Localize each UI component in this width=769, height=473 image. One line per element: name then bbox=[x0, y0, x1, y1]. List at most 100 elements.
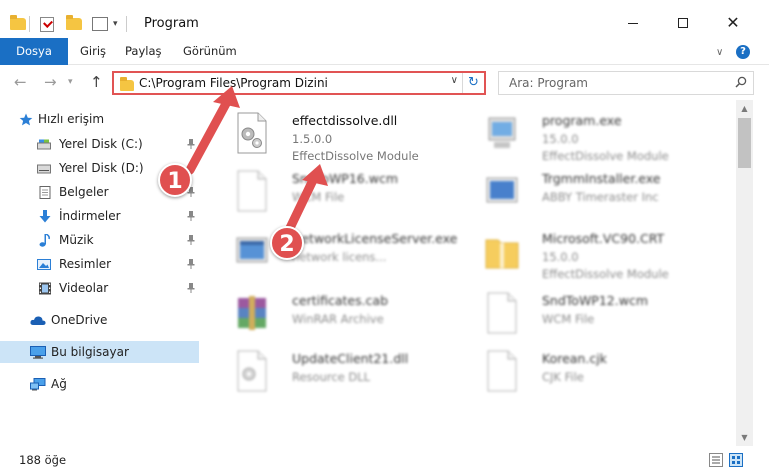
vertical-scrollbar[interactable]: ▲ ▼ bbox=[736, 100, 753, 446]
file-version: 15.0.0 bbox=[542, 132, 579, 146]
search-placeholder: Ara: Program bbox=[509, 76, 588, 90]
scrollbar-thumb[interactable] bbox=[738, 118, 751, 168]
exe-icon bbox=[488, 117, 516, 148]
expand-ribbon-icon[interactable]: ∨ bbox=[716, 44, 723, 60]
pin-icon[interactable] bbox=[187, 259, 195, 269]
arrow-right-icon: → bbox=[44, 73, 57, 91]
file-type: WCM File bbox=[542, 312, 595, 326]
sidebar-item-network[interactable]: Ağ bbox=[0, 373, 206, 395]
file-name: certificates.cab bbox=[292, 293, 389, 308]
zip-folder-icon bbox=[485, 239, 519, 269]
sidebar-item-videos[interactable]: Videolar bbox=[0, 277, 206, 299]
drive-icon bbox=[37, 139, 51, 149]
separator bbox=[29, 14, 30, 34]
sidebar-item-label: Müzik bbox=[59, 233, 94, 247]
search-icon bbox=[735, 76, 747, 88]
folder-icon bbox=[10, 14, 26, 34]
file-description: network licens... bbox=[292, 250, 387, 264]
tab-view[interactable]: Görünüm bbox=[175, 38, 245, 65]
file-icon bbox=[487, 292, 517, 334]
file-type: CJK File bbox=[542, 370, 584, 384]
download-arrow-icon bbox=[39, 209, 51, 222]
title-bar: ▾ Program ✕ bbox=[0, 0, 769, 38]
tab-share[interactable]: Paylaş bbox=[117, 38, 170, 65]
file-name: Microsoft.VC90.CRT bbox=[542, 231, 665, 246]
chevron-down-icon: ▾ bbox=[68, 77, 73, 87]
refresh-button[interactable]: ↻ bbox=[462, 73, 484, 93]
file-name: Korean.cjk bbox=[542, 351, 607, 366]
help-icon[interactable]: ? bbox=[736, 44, 750, 60]
tab-file[interactable]: Dosya bbox=[0, 38, 68, 65]
file-list: effectdissolve.dll 1.5.0.0 EffectDissolv… bbox=[206, 104, 736, 444]
file-name: UpdateClient21.dll bbox=[292, 351, 409, 366]
pin-icon[interactable] bbox=[187, 283, 195, 293]
minimize-button[interactable] bbox=[610, 8, 656, 38]
scroll-up-icon[interactable]: ▲ bbox=[736, 100, 753, 117]
file-name: program.exe bbox=[542, 113, 622, 128]
file-item-program[interactable]: program.exe 15.0.0 EffectDissolve Module bbox=[474, 108, 724, 164]
tiles-view-icon[interactable] bbox=[729, 453, 743, 467]
details-view-icon[interactable] bbox=[709, 453, 723, 467]
file-icon bbox=[487, 350, 517, 392]
file-item-korean[interactable]: Korean.cjk CJK File bbox=[474, 346, 724, 402]
close-button[interactable]: ✕ bbox=[710, 8, 756, 38]
search-input[interactable]: Ara: Program bbox=[498, 71, 754, 95]
sidebar-item-label: Yerel Disk (D:) bbox=[59, 161, 144, 175]
sidebar-item-label: İndirmeler bbox=[59, 209, 121, 223]
minimize-icon bbox=[628, 22, 638, 24]
forward-button[interactable]: → bbox=[44, 72, 57, 92]
back-button[interactable]: ← bbox=[14, 72, 27, 92]
address-bar[interactable]: C:\Program Files\Program Dizini ∨ ↻ bbox=[112, 71, 486, 95]
properties-check-icon[interactable] bbox=[40, 14, 54, 34]
sidebar-item-label: Resimler bbox=[59, 257, 112, 271]
up-button[interactable]: ↑ bbox=[90, 72, 103, 92]
music-note-icon bbox=[39, 233, 50, 247]
tab-home[interactable]: Giriş bbox=[72, 38, 114, 65]
file-item-networklicenseserver[interactable]: NetworkLicenseServer.exe network licens.… bbox=[224, 226, 474, 282]
sidebar-item-music[interactable]: Müzik bbox=[0, 229, 206, 251]
sidebar-item-label: Ağ bbox=[51, 377, 67, 391]
file-type: Resource DLL bbox=[292, 370, 371, 384]
file-name: SndToWP16.wcm bbox=[292, 171, 398, 186]
sidebar-item-onedrive[interactable]: OneDrive bbox=[0, 309, 206, 331]
file-item-updateclient21[interactable]: UpdateClient21.dll Resource DLL bbox=[224, 346, 474, 402]
file-name: TrgmmInstaller.exe bbox=[542, 171, 661, 186]
sidebar-item-label: Belgeler bbox=[59, 185, 109, 199]
file-item-sndtowp16[interactable]: SndToWP16.wcm WCM File bbox=[224, 166, 474, 222]
close-icon: ✕ bbox=[726, 13, 740, 32]
file-item-certificates[interactable]: certificates.cab WinRAR Archive bbox=[224, 288, 474, 344]
file-item-microsoft-vc90-crt[interactable]: Microsoft.VC90.CRT 15.0.0 EffectDissolve… bbox=[474, 226, 724, 282]
sidebar-item-downloads[interactable]: İndirmeler bbox=[0, 205, 206, 227]
recent-locations-button[interactable]: ▾ bbox=[68, 72, 73, 92]
sidebar-item-local-disk-c[interactable]: Yerel Disk (C:) bbox=[0, 133, 206, 155]
cloud-icon bbox=[30, 315, 46, 325]
file-item-sndtowp12[interactable]: SndToWP12.wcm WCM File bbox=[474, 288, 724, 344]
dll-gear-icon bbox=[237, 112, 267, 154]
maximize-icon bbox=[678, 18, 688, 28]
folder-icon bbox=[120, 77, 134, 91]
file-type: WCM File bbox=[292, 190, 345, 204]
status-bar: 188 öğe bbox=[0, 446, 769, 473]
sidebar-item-label: Hızlı erişim bbox=[38, 112, 105, 126]
maximize-button[interactable] bbox=[660, 8, 706, 38]
pin-icon[interactable] bbox=[187, 139, 195, 149]
file-version: 15.0.0 bbox=[542, 250, 579, 264]
new-folder-icon[interactable] bbox=[66, 14, 82, 34]
star-icon bbox=[19, 113, 33, 125]
file-item-effectdissolve[interactable]: effectdissolve.dll 1.5.0.0 EffectDissolv… bbox=[224, 108, 474, 164]
pin-icon[interactable] bbox=[187, 211, 195, 221]
file-item-trgmminstaller[interactable]: TrgmmInstaller.exe ABBY Timeraster Inc bbox=[474, 166, 724, 222]
scroll-down-icon[interactable]: ▼ bbox=[736, 429, 753, 446]
pin-icon[interactable] bbox=[187, 235, 195, 245]
chevron-down-icon[interactable]: ▾ bbox=[113, 14, 118, 34]
properties-icon[interactable] bbox=[92, 14, 108, 34]
sidebar-item-pictures[interactable]: Resimler bbox=[0, 253, 206, 275]
file-description: EffectDissolve Module bbox=[542, 149, 669, 163]
sidebar-item-quick-access[interactable]: Hızlı erişim bbox=[0, 108, 206, 130]
sidebar-item-this-pc[interactable]: Bu bilgisayar bbox=[0, 341, 199, 363]
file-name: SndToWP12.wcm bbox=[542, 293, 648, 308]
sidebar-item-label: Videolar bbox=[59, 281, 109, 295]
drive-icon bbox=[37, 164, 51, 173]
file-name: effectdissolve.dll bbox=[292, 113, 398, 128]
address-dropdown-icon[interactable]: ∨ bbox=[451, 75, 458, 86]
